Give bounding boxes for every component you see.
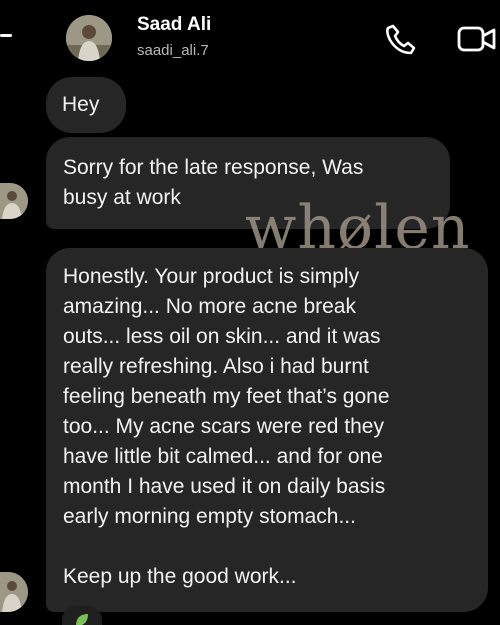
- message-text-line: Keep up the good work...: [63, 565, 297, 588]
- phone-icon[interactable]: [384, 22, 418, 56]
- message-text-line: [63, 532, 471, 562]
- message-text-line: Honestly. Your product is simply: [63, 265, 360, 288]
- avatar[interactable]: [66, 15, 112, 61]
- message-text-line: amazing... No more acne break: [63, 295, 356, 318]
- back-icon[interactable]: [0, 34, 12, 37]
- avatar: [0, 572, 28, 612]
- video-call-icon[interactable]: [455, 22, 497, 56]
- message-text-line: Sorry for the late response, Was: [63, 156, 364, 179]
- reaction-emoji-icon: [76, 614, 88, 625]
- message-text: Hey: [62, 93, 100, 116]
- avatar: [0, 183, 28, 219]
- contact-name[interactable]: Saad Ali: [137, 14, 211, 36]
- message-bubble[interactable]: Hey: [46, 77, 126, 133]
- message-text-line: feeling beneath my feet that’s gone: [63, 385, 390, 408]
- message-text-line: early morning empty stomach...: [63, 505, 356, 528]
- chat-header: Saad Ali saadi_ali.7: [0, 0, 500, 78]
- message-text-line: too... My acne scars were red they: [63, 415, 384, 438]
- reaction-badge[interactable]: [62, 606, 102, 625]
- message-text-line: month I have used it on daily basis: [63, 475, 386, 498]
- message-bubble[interactable]: Honestly. Your product is simply amazing…: [46, 248, 488, 612]
- message-text-line: have little bit calmed... and for one: [63, 445, 383, 468]
- message-text-line: outs... less oil on skin... and it was: [63, 325, 381, 348]
- message-text-line: really refreshing. Also i had burnt: [63, 355, 369, 378]
- contact-username: saadi_ali.7: [137, 42, 209, 59]
